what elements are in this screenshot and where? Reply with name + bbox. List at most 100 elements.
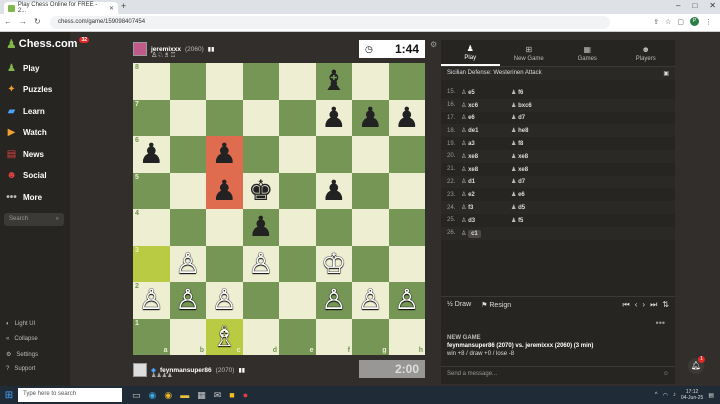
black-move[interactable]: ♟ f8 bbox=[511, 140, 561, 147]
extensions-icon[interactable]: ▢ bbox=[677, 18, 684, 26]
chess-piece-g7[interactable]: ♟ bbox=[358, 103, 383, 132]
app-icon[interactable]: ■ bbox=[229, 390, 234, 401]
white-move[interactable]: ♙ f3 bbox=[461, 204, 511, 211]
white-move[interactable]: ♙ xc6 bbox=[461, 102, 511, 109]
tab-play[interactable]: ♟ Play bbox=[441, 40, 500, 66]
square-f6[interactable] bbox=[315, 136, 352, 173]
draw-button[interactable]: ½ Draw bbox=[447, 301, 471, 308]
square-h2[interactable]: ♙ bbox=[388, 282, 425, 319]
chat-input[interactable]: Send a message... ☺ bbox=[441, 366, 675, 382]
chess-piece-a2[interactable]: ♙ bbox=[139, 286, 164, 314]
chess-piece-c5[interactable]: ♟ bbox=[212, 176, 237, 205]
square-g7[interactable]: ♟ bbox=[352, 99, 389, 136]
square-g4[interactable] bbox=[352, 209, 389, 246]
square-f2[interactable]: ♙ bbox=[315, 282, 352, 319]
sidebar-item-puzzles[interactable]: ✦ Puzzles bbox=[6, 84, 52, 95]
square-f5[interactable]: ♟ bbox=[315, 172, 352, 209]
more-options-icon[interactable]: ••• bbox=[656, 318, 665, 328]
square-c3[interactable] bbox=[206, 245, 243, 282]
browser-menu-icon[interactable]: ⋮ bbox=[705, 18, 712, 26]
maximize-icon[interactable]: □ bbox=[692, 1, 697, 10]
square-h1[interactable]: h bbox=[388, 318, 425, 355]
black-move[interactable]: ♟ e6 bbox=[511, 191, 561, 198]
square-b2[interactable]: ♙ bbox=[169, 282, 206, 319]
black-move[interactable]: ♟ d5 bbox=[511, 204, 561, 211]
chrome-icon[interactable]: ◉ bbox=[164, 390, 172, 401]
white-move[interactable]: ♙ xe8 bbox=[461, 153, 511, 160]
square-d4[interactable]: ♟ bbox=[242, 209, 279, 246]
network-icon[interactable]: ◠ bbox=[663, 392, 668, 399]
url-input[interactable]: chess.com/game/159098407454 bbox=[50, 16, 610, 29]
minimize-icon[interactable]: – bbox=[676, 1, 680, 10]
square-b6[interactable] bbox=[169, 136, 206, 173]
chess-piece-c2[interactable]: ♙ bbox=[212, 286, 237, 314]
square-d7[interactable] bbox=[242, 99, 279, 136]
square-h5[interactable] bbox=[388, 172, 425, 209]
square-f1[interactable]: f bbox=[315, 318, 352, 355]
next-move-icon[interactable]: › bbox=[642, 300, 645, 310]
square-a7[interactable]: 7 bbox=[133, 99, 170, 136]
chess-piece-f3[interactable]: ♔ bbox=[321, 249, 346, 278]
white-move[interactable]: ♙ xe8 bbox=[461, 166, 511, 173]
reload-icon[interactable]: ↻ bbox=[34, 17, 41, 26]
square-c2[interactable]: ♙ bbox=[206, 282, 243, 319]
square-h4[interactable] bbox=[388, 209, 425, 246]
light-ui-toggle[interactable]: ◐ Light UI bbox=[6, 321, 35, 327]
sidebar-item-play[interactable]: ♟ Play bbox=[6, 63, 39, 74]
close-tab-icon[interactable]: ✕ bbox=[109, 5, 114, 12]
browser-tab[interactable]: Play Chess Online for FREE - 2... ✕ bbox=[4, 2, 118, 14]
white-move[interactable]: ♙ d3 bbox=[461, 217, 511, 224]
chess-board[interactable]: 8 ♝ 7 ♟ ♟ ♟ 6 ♟ ♟ 5 ♟ ♚ ♟ 4 ♟ 3 ♙ ♙ ♔ 2 ♙ ♙ ♙ ♙ ♙ ♙ 1 a b c ♗ d e f g h bbox=[133, 63, 425, 355]
sidebar-item-more[interactable]: ••• More bbox=[6, 192, 42, 203]
chess-piece-d3[interactable]: ♙ bbox=[248, 249, 273, 278]
white-move[interactable]: ♙ a3 bbox=[461, 140, 511, 147]
black-move[interactable]: ♟ f6 bbox=[511, 89, 561, 96]
book-icon[interactable]: ▣ bbox=[663, 70, 669, 77]
square-c8[interactable] bbox=[206, 63, 243, 100]
white-move[interactable]: ♙ e6 bbox=[461, 114, 511, 121]
square-b1[interactable]: b bbox=[169, 318, 206, 355]
chess-piece-f8[interactable]: ♝ bbox=[321, 67, 346, 95]
square-e3[interactable] bbox=[279, 245, 316, 282]
square-f4[interactable] bbox=[315, 209, 352, 246]
square-f8[interactable]: ♝ bbox=[315, 63, 352, 100]
settings-link[interactable]: ⚙ Settings bbox=[6, 351, 38, 359]
black-move[interactable]: ♟ bxc6 bbox=[511, 102, 561, 109]
chess-piece-d4[interactable]: ♟ bbox=[248, 213, 273, 241]
square-d3[interactable]: ♙ bbox=[242, 245, 279, 282]
square-a8[interactable]: 8 bbox=[133, 63, 170, 100]
square-b8[interactable] bbox=[169, 63, 206, 100]
tab-games[interactable]: ▦ Games bbox=[558, 40, 617, 66]
share-icon[interactable]: ⇪ bbox=[653, 18, 659, 26]
taskbar-clock[interactable]: 17:12 04-Jun-25 bbox=[681, 389, 704, 401]
tray-chevron-icon[interactable]: ^ bbox=[655, 392, 658, 398]
square-g5[interactable] bbox=[352, 172, 389, 209]
white-move[interactable]: ♙ de1 bbox=[461, 127, 511, 134]
windows-start-icon[interactable]: ⊞ bbox=[0, 386, 18, 404]
square-f3[interactable]: ♔ bbox=[315, 245, 352, 282]
sidebar-search-input[interactable]: Search ⌕ bbox=[4, 213, 64, 226]
collapse-button[interactable]: « Collapse bbox=[6, 336, 38, 342]
sidebar-item-learn[interactable]: ▰ Learn bbox=[6, 106, 45, 117]
prev-move-icon[interactable]: ‹ bbox=[635, 300, 638, 310]
square-e1[interactable]: e bbox=[279, 318, 316, 355]
chess-piece-c1[interactable]: ♗ bbox=[212, 322, 237, 351]
black-move[interactable]: ♟ he8 bbox=[511, 127, 561, 134]
square-d6[interactable] bbox=[242, 136, 279, 173]
chess-piece-g2[interactable]: ♙ bbox=[358, 286, 383, 314]
chess-piece-f2[interactable]: ♙ bbox=[321, 286, 346, 314]
square-c6[interactable]: ♟ bbox=[206, 136, 243, 173]
back-icon[interactable]: ← bbox=[4, 17, 12, 26]
chess-piece-b3[interactable]: ♙ bbox=[175, 249, 200, 278]
bookmark-star-icon[interactable]: ☆ bbox=[665, 18, 671, 26]
square-a5[interactable]: 5 bbox=[133, 172, 170, 209]
flip-board-icon[interactable]: ⇅ bbox=[662, 300, 669, 310]
square-e8[interactable] bbox=[279, 63, 316, 100]
chess-piece-f5[interactable]: ♟ bbox=[321, 176, 346, 205]
volume-icon[interactable]: ♪ bbox=[673, 392, 676, 398]
square-a2[interactable]: 2 ♙ bbox=[133, 282, 170, 319]
first-move-icon[interactable]: ⏮ bbox=[623, 300, 630, 310]
square-a3[interactable]: 3 bbox=[133, 245, 170, 282]
square-a1[interactable]: 1a bbox=[133, 318, 170, 355]
chess-piece-d5[interactable]: ♚ bbox=[248, 176, 273, 205]
